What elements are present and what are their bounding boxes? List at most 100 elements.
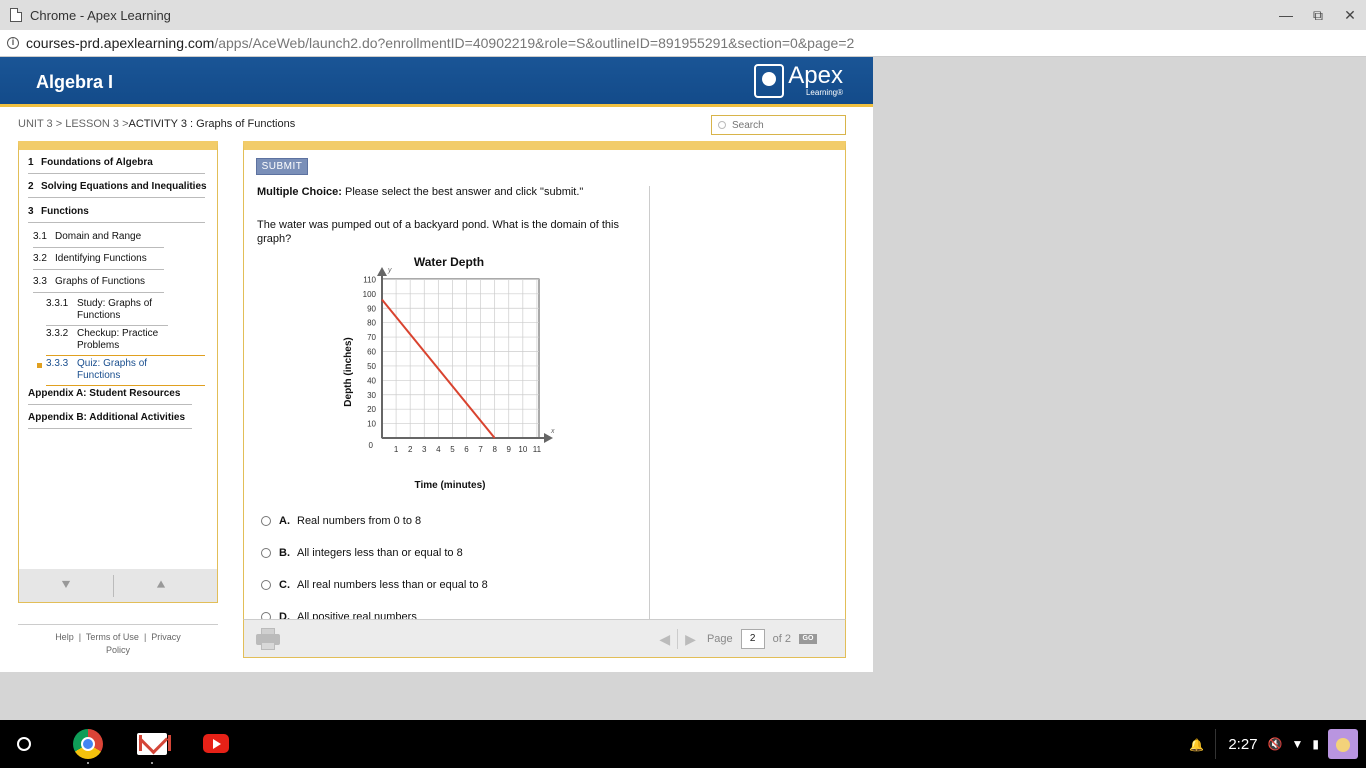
question-text: The water was pumped out of a backyard p… — [257, 219, 619, 245]
y-tick-label: 30 — [367, 391, 376, 400]
prev-page-icon[interactable]: ◀ — [659, 631, 670, 648]
option-text: All integers less than or equal to 8 — [297, 547, 463, 559]
outline-unit-2[interactable]: 2 Solving Equations and Inequalities — [28, 181, 207, 192]
chart-grid — [381, 278, 540, 439]
page-icon — [10, 8, 22, 22]
submit-button[interactable]: SUBMIT — [256, 158, 308, 175]
x-tick-label: 1 — [394, 445, 399, 454]
search-input[interactable] — [732, 119, 842, 131]
user-avatar[interactable] — [1328, 729, 1358, 759]
address-bar[interactable]: i courses-prd.apexlearning.com/apps/AceW… — [0, 30, 1366, 57]
url-path: /apps/AceWeb/launch2.do?enrollmentID=409… — [214, 35, 855, 51]
plot-area — [381, 278, 540, 439]
panel-divider — [649, 186, 650, 619]
outline-lesson-3-2[interactable]: 3.2 Identifying Functions — [33, 253, 147, 264]
page-number-input[interactable]: 2 — [740, 629, 765, 649]
go-button[interactable]: GO — [799, 634, 817, 644]
y-tick-label: 10 — [367, 420, 376, 429]
outline-rule-active — [46, 355, 205, 356]
outline-rule — [28, 428, 192, 429]
outline-unit-3[interactable]: 3 Functions — [28, 206, 89, 217]
option-c[interactable]: C. All real numbers less than or equal t… — [261, 579, 488, 591]
pager: ◀ ▶ Page 2 of 2 GO — [654, 629, 817, 649]
question-footer: ◀ ▶ Page 2 of 2 GO — [243, 619, 846, 658]
site-info-icon[interactable]: i — [7, 37, 19, 49]
y-tick-label: 90 — [367, 304, 376, 313]
chrome-icon[interactable] — [73, 729, 103, 759]
window-titlebar: Chrome - Apex Learning — ⧉ ✕ — [0, 0, 1366, 30]
maximize-button[interactable]: ⧉ — [1302, 0, 1334, 30]
breadcrumb-unit[interactable]: UNIT 3 — [18, 118, 53, 130]
close-button[interactable]: ✕ — [1334, 0, 1366, 30]
x-tick-label: 11 — [533, 445, 542, 454]
outline-rule — [33, 247, 164, 248]
x-axis-letter: x — [550, 428, 555, 435]
mc-prefix: Multiple Choice: — [257, 186, 342, 198]
chart-title: Water Depth — [414, 255, 484, 269]
outline-label: Functions — [41, 206, 89, 217]
option-a-radio[interactable] — [261, 516, 271, 526]
launcher-icon[interactable] — [17, 737, 31, 751]
outline-num: 3.2 — [33, 253, 47, 264]
x-tick-label: 8 — [492, 445, 497, 454]
option-letter: A. — [279, 515, 290, 527]
search-box[interactable] — [711, 115, 846, 135]
clock[interactable]: 2:27 — [1228, 736, 1257, 753]
option-c-radio[interactable] — [261, 580, 271, 590]
outline-activity-3-3-3[interactable]: 3.3.3 Quiz: Graphs of Functions — [46, 358, 147, 382]
outline-label: Functions — [77, 370, 121, 381]
outline-label: Identifying Functions — [55, 253, 147, 264]
breadcrumb-sep: > — [55, 118, 63, 130]
window-title: Chrome - Apex Learning — [30, 7, 171, 23]
next-page-icon[interactable]: ▶ — [685, 631, 696, 648]
y-tick-label: 50 — [367, 362, 376, 371]
print-icon[interactable] — [256, 628, 280, 650]
outline-num: 3.1 — [33, 231, 47, 242]
outline-label: Quiz: Graphs of — [77, 358, 148, 369]
outline-num: 3.3.3 — [46, 358, 69, 369]
outline-appendix-a[interactable]: Appendix A: Student Resources — [28, 388, 180, 399]
outline-activity-3-3-2[interactable]: 3.3.2 Checkup: Practice Problems — [46, 328, 158, 352]
terms-link[interactable]: Terms of Use — [86, 632, 139, 642]
privacy-link-cont[interactable]: Policy — [106, 645, 130, 655]
footer-links: Help | Terms of Use | Privacy Policy — [18, 624, 218, 657]
url-host: courses-prd.apexlearning.com — [26, 35, 215, 51]
x-tick-label: 9 — [507, 445, 512, 454]
apex-logo-icon — [754, 64, 785, 98]
y-axis-label: Depth (inches) — [343, 337, 354, 406]
gmail-icon[interactable] — [137, 733, 171, 755]
breadcrumb-lesson[interactable]: LESSON 3 — [65, 118, 119, 130]
youtube-icon[interactable] — [203, 734, 229, 753]
outline-lesson-3-1[interactable]: 3.1 Domain and Range — [33, 231, 141, 242]
scroll-sep — [113, 575, 114, 597]
outline-unit-1[interactable]: 1 Foundations of Algebra — [28, 157, 153, 168]
tray-sep — [1215, 729, 1217, 759]
logo-sub: Learning® — [805, 88, 843, 97]
notification-bell-icon[interactable]: 🔔 — [1189, 738, 1204, 752]
running-indicator — [151, 762, 153, 764]
x-tick-label: 6 — [464, 445, 469, 454]
help-link[interactable]: Help — [55, 632, 74, 642]
search-icon — [718, 121, 726, 129]
y-tick-label: 20 — [367, 405, 376, 414]
outline-activity-3-3-1[interactable]: 3.3.1 Study: Graphs of Functions — [46, 298, 152, 322]
privacy-link[interactable]: Privacy — [151, 632, 181, 642]
page-count: of 2 — [772, 633, 791, 645]
option-b-radio[interactable] — [261, 548, 271, 558]
outline-appendix-b[interactable]: Appendix B: Additional Activities — [28, 412, 185, 423]
outline-rule — [46, 325, 168, 326]
instructions: Multiple Choice: Please select the best … — [257, 186, 583, 198]
option-a[interactable]: A. Real numbers from 0 to 8 — [261, 515, 421, 527]
status-tray[interactable]: 🔔 2:27 🔇 ▼ ▮ — [1189, 720, 1366, 768]
outline-lesson-3-3[interactable]: 3.3 Graphs of Functions — [33, 276, 145, 287]
scroll-up-icon[interactable]: ⯅ — [151, 577, 171, 595]
option-b[interactable]: B. All integers less than or equal to 8 — [261, 547, 463, 559]
scroll-down-icon[interactable]: ⯆ — [56, 577, 76, 595]
y-tick-label: 100 — [363, 290, 377, 299]
x-tick-label: 4 — [436, 445, 441, 454]
mc-instructions: Please select the best answer and click … — [345, 186, 584, 198]
minimize-button[interactable]: — — [1270, 0, 1302, 30]
y-tick-label: 70 — [367, 333, 376, 342]
x-tick-label: 5 — [450, 445, 455, 454]
x-tick-label: 7 — [478, 445, 483, 454]
